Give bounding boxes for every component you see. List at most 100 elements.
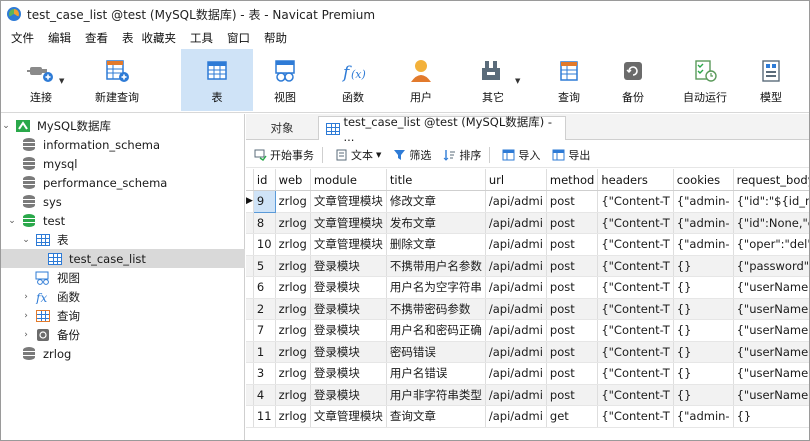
table-cell[interactable]: 登录模块 (310, 298, 387, 320)
row-indicator[interactable] (246, 362, 254, 385)
table-cell[interactable]: /api/admi (485, 319, 547, 342)
table-cell[interactable]: 4 (253, 384, 276, 406)
table-cell[interactable]: 登录模块 (310, 384, 387, 406)
table-cell[interactable]: zrlog (275, 212, 311, 234)
table-row[interactable]: 7 zrlog 登录模块 用户名和密码正确/api/admi post {"Content… (246, 319, 809, 342)
table-cell[interactable]: {"userName":"ad (733, 341, 809, 363)
table-row[interactable]: 5 zrlog 登录模块 不携带用户名参数/api/admi post {"Content… (246, 255, 809, 277)
table-cell[interactable]: {"admin- (673, 190, 734, 213)
table-cell[interactable]: 用户非字符串类型 (386, 384, 486, 406)
table-cell[interactable]: {"Content-T (597, 384, 674, 406)
menu-file[interactable]: 文件 (7, 30, 44, 46)
table-cell[interactable]: {"userName":"ad (733, 298, 809, 320)
tree-queries-folder[interactable]: › 查询 (1, 306, 245, 325)
table-row[interactable]: 3 zrlog 登录模块 用户名错误/api/admi post {"Content-T{… (246, 362, 809, 385)
table-cell[interactable]: {"id":"${id_name (733, 190, 809, 213)
table-cell[interactable]: 文章管理模块 (310, 212, 387, 234)
table-cell[interactable]: 10 (253, 233, 276, 256)
export-button[interactable]: 导出 (548, 147, 594, 163)
table-cell[interactable]: {"Content-T (597, 212, 674, 234)
table-cell[interactable]: 7 (253, 319, 276, 342)
tree-db-information-schema[interactable]: information_schema (1, 135, 245, 154)
table-cell[interactable]: post (546, 212, 599, 234)
filter-button[interactable]: 筛选 (389, 147, 435, 163)
row-indicator[interactable] (246, 298, 254, 320)
table-cell[interactable]: /api/admi (485, 233, 547, 256)
column-header[interactable]: url (485, 169, 547, 191)
table-cell[interactable]: 11 (253, 405, 276, 428)
table-cell[interactable]: zrlog (275, 405, 311, 428)
table-cell[interactable]: {"Content-T (597, 298, 674, 320)
table-cell[interactable]: 登录模块 (310, 255, 387, 277)
column-header[interactable]: web (275, 169, 311, 191)
tree-table-test-case-list[interactable]: test_case_list (1, 249, 245, 268)
tree-views-folder[interactable]: 视图 (1, 268, 245, 287)
table-row[interactable]: 1 zrlog 登录模块 密码错误/api/admi post {"Content-T{}… (246, 341, 809, 363)
row-indicator[interactable] (246, 233, 254, 256)
table-cell[interactable]: 密码错误 (386, 341, 486, 363)
row-indicator[interactable] (246, 384, 254, 406)
table-cell[interactable]: post (546, 255, 599, 277)
chevron-down-icon[interactable]: ▼ (515, 77, 520, 85)
chevron-right-icon[interactable]: › (21, 311, 31, 321)
table-cell[interactable]: 3 (253, 362, 276, 385)
table-cell[interactable]: {"password":"ca (733, 255, 809, 277)
tree-db-performance-schema[interactable]: performance_schema (1, 173, 245, 192)
table-cell[interactable]: zrlog (275, 341, 311, 363)
table-row[interactable]: 10 zrlog 文章管理模块 删除文章/api/admi post {"Content-… (246, 233, 809, 256)
text-button[interactable]: 文本 ▼ (331, 147, 385, 163)
menu-edit[interactable]: 编辑 (44, 30, 81, 46)
table-cell[interactable]: {"Content-T (597, 319, 674, 342)
tab-test-case-list[interactable]: test_case_list @test (MySQL数据库) - ... (318, 115, 566, 144)
column-header[interactable]: module (310, 169, 387, 191)
table-cell[interactable]: 8 (253, 212, 276, 234)
table-cell[interactable]: {} (673, 341, 734, 363)
tree-db-test[interactable]: ⌄ test (1, 211, 245, 230)
table-cell[interactable]: zrlog (275, 362, 311, 385)
table-cell[interactable]: zrlog (275, 190, 311, 213)
column-header[interactable]: title (386, 169, 486, 191)
table-cell[interactable]: /api/admi (485, 298, 547, 320)
table-cell[interactable]: {} (673, 362, 734, 385)
table-cell[interactable]: {"oper":"del","id (733, 233, 809, 256)
table-cell[interactable]: post (546, 341, 599, 363)
table-cell[interactable]: zrlog (275, 319, 311, 342)
table-cell[interactable]: 5 (253, 255, 276, 277)
column-header[interactable]: request_body (733, 169, 809, 191)
menu-view[interactable]: 查看 (81, 30, 118, 46)
schedule-button[interactable]: 自动运行 (673, 49, 737, 111)
table-cell[interactable]: /api/admi (485, 255, 547, 277)
current-row-indicator-icon[interactable]: ▶ (246, 190, 254, 213)
table-cell[interactable]: 6 (253, 276, 276, 299)
table-cell[interactable]: 登录模块 (310, 319, 387, 342)
new-query-button[interactable]: 新建查询 (87, 49, 147, 111)
table-cell[interactable]: post (546, 276, 599, 299)
table-cell[interactable]: {"Content-T (597, 341, 674, 363)
table-cell[interactable]: {"Content-T (597, 276, 674, 299)
others-button[interactable]: ▼ 其它 (465, 49, 521, 111)
table-cell[interactable]: 文章管理模块 (310, 233, 387, 256)
connect-button[interactable]: ▼ 连接 (15, 49, 67, 111)
table-cell[interactable]: 不携带用户名参数 (386, 255, 486, 277)
begin-transaction-button[interactable]: 开始事务 (250, 147, 318, 163)
table-row[interactable]: ▶ 9 zrlog 文章管理模块 修改文章/api/admi post {"Content-… (246, 190, 809, 213)
table-row[interactable]: 11 zrlog 文章管理模块 查询文章/api/admi get {"Content-T… (246, 405, 809, 428)
table-cell[interactable]: 修改文章 (386, 190, 486, 213)
table-cell[interactable]: 不携带密码参数 (386, 298, 486, 320)
table-cell[interactable]: {} (673, 319, 734, 342)
table-cell[interactable]: {} (733, 405, 809, 428)
table-cell[interactable]: {} (673, 255, 734, 277)
row-indicator[interactable] (246, 405, 254, 428)
table-cell[interactable]: 9 (252, 190, 276, 213)
table-cell[interactable]: zrlog (275, 255, 311, 277)
import-button[interactable]: 导入 (498, 147, 544, 163)
view-button[interactable]: 视图 (259, 49, 311, 111)
table-cell[interactable]: {"Content-T (597, 362, 674, 385)
table-button[interactable]: 表 (181, 49, 253, 111)
table-cell[interactable]: {"Content-T (597, 233, 674, 256)
menu-window[interactable]: 窗口 (223, 30, 260, 46)
table-cell[interactable]: zrlog (275, 276, 311, 299)
chevron-right-icon[interactable]: › (21, 330, 31, 340)
table-cell[interactable]: 登录模块 (310, 362, 387, 385)
table-cell[interactable]: /api/admi (485, 276, 547, 299)
